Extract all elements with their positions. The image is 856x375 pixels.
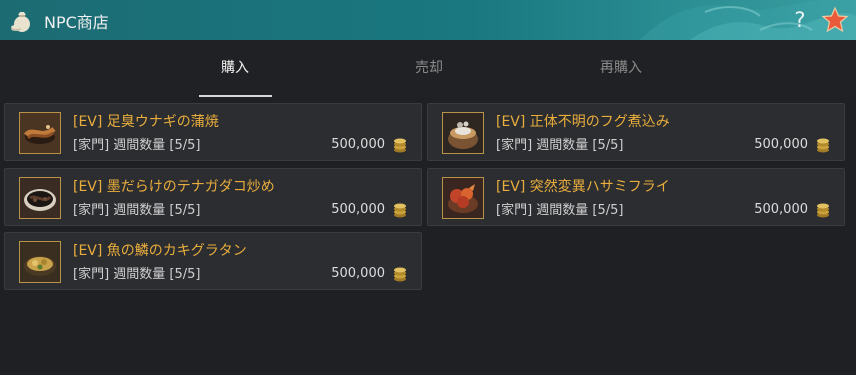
- item-limit: [家門] 週間数量 [5/5]: [73, 267, 201, 282]
- silver-coin-icon: [394, 267, 406, 282]
- item-price: 500,000: [331, 266, 385, 281]
- item-price: 500,000: [754, 202, 808, 217]
- oyster-gratin-icon: [20, 242, 60, 282]
- silver-coin-icon: [817, 138, 829, 153]
- item-thumbnail: [19, 241, 61, 283]
- active-tab-indicator: [199, 95, 272, 97]
- item-limit: [家門] 週間数量 [5/5]: [73, 203, 201, 218]
- item-limit: [家門] 週間数量 [5/5]: [496, 138, 624, 153]
- item-limit: [家門] 週間数量 [5/5]: [73, 138, 201, 153]
- item-name: [EV] 魚の鱗のカキグラタン: [73, 243, 247, 259]
- tab-buyback[interactable]: 再購入: [551, 40, 691, 98]
- item-price: 500,000: [331, 137, 385, 152]
- shop-item[interactable]: [EV] 突然変異ハサミフライ [家門] 週間数量 [5/5] 500,000: [427, 168, 845, 226]
- item-name: [EV] 墨だらけのテナガダコ炒め: [73, 179, 275, 195]
- item-limit: [家門] 週間数量 [5/5]: [496, 203, 624, 218]
- tab-sell[interactable]: 売却: [359, 40, 499, 98]
- item-name: [EV] 足臭ウナギの蒲焼: [73, 114, 219, 130]
- grilled-eel-icon: [20, 113, 60, 153]
- item-thumbnail: [442, 112, 484, 154]
- money-bag-icon: [11, 12, 30, 32]
- shop-item[interactable]: [EV] 墨だらけのテナガダコ炒め [家門] 週間数量 [5/5] 500,00…: [4, 168, 422, 226]
- tab-bar: 購入 売却 再購入: [0, 40, 856, 98]
- fried-claw-icon: [443, 178, 483, 218]
- star-icon[interactable]: [821, 6, 849, 34]
- shop-item[interactable]: [EV] 正体不明のフグ煮込み [家門] 週間数量 [5/5] 500,000: [427, 103, 845, 161]
- wave-decoration: [640, 0, 856, 40]
- silver-coin-icon: [817, 203, 829, 218]
- octopus-stirfry-icon: [20, 178, 60, 218]
- help-button[interactable]: ?: [790, 7, 810, 33]
- item-name: [EV] 正体不明のフグ煮込み: [496, 114, 670, 130]
- item-thumbnail: [442, 177, 484, 219]
- shop-item[interactable]: [EV] 魚の鱗のカキグラタン [家門] 週間数量 [5/5] 500,000: [4, 232, 422, 290]
- shop-item[interactable]: [EV] 足臭ウナギの蒲焼 [家門] 週間数量 [5/5] 500,000: [4, 103, 422, 161]
- silver-coin-icon: [394, 138, 406, 153]
- silver-coin-icon: [394, 203, 406, 218]
- item-price: 500,000: [331, 202, 385, 217]
- pufferfish-stew-icon: [443, 113, 483, 153]
- item-list: [EV] 足臭ウナギの蒲焼 [家門] 週間数量 [5/5] 500,000 [E…: [0, 98, 856, 375]
- window-title: NPC商店: [44, 13, 109, 32]
- item-price: 500,000: [754, 137, 808, 152]
- item-thumbnail: [19, 177, 61, 219]
- title-bar: NPC商店 ?: [0, 0, 856, 40]
- tab-buy[interactable]: 購入: [165, 40, 305, 98]
- item-thumbnail: [19, 112, 61, 154]
- item-name: [EV] 突然変異ハサミフライ: [496, 179, 670, 195]
